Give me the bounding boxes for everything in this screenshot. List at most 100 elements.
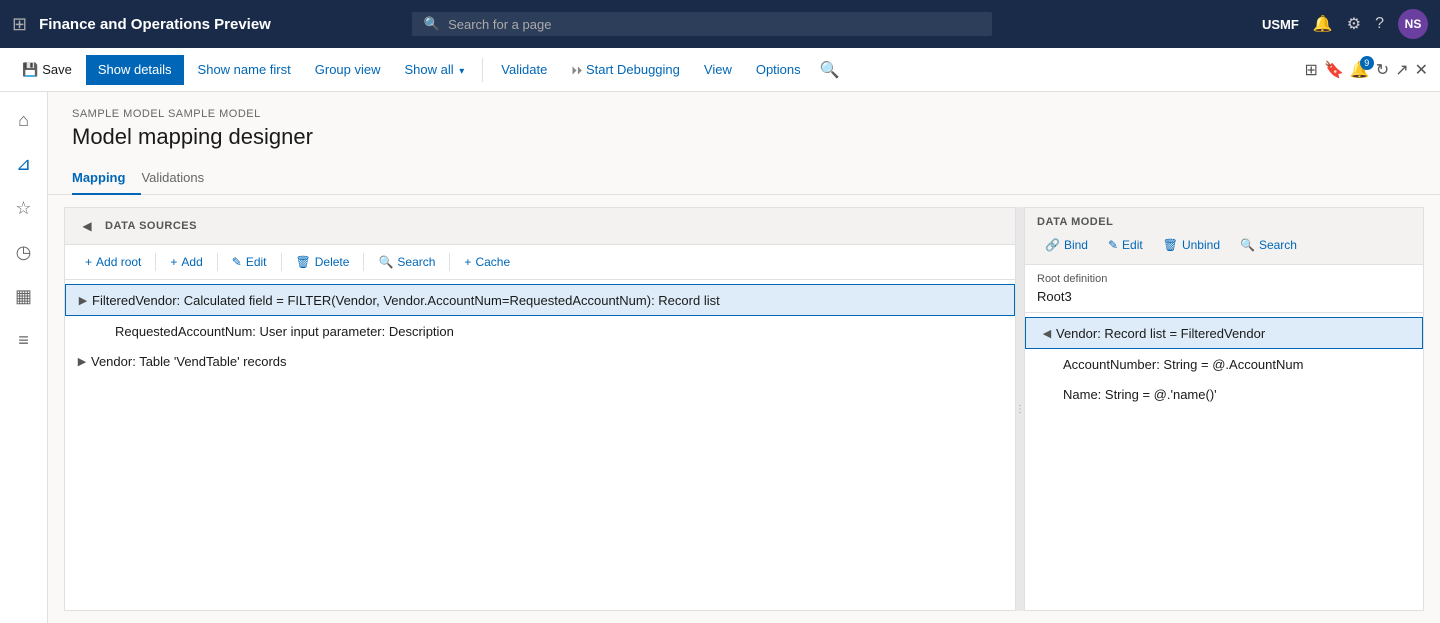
bell-icon[interactable]: 🔔 (1313, 14, 1333, 34)
show-details-button[interactable]: Show details (86, 55, 184, 85)
sidebar-item-recent[interactable]: ◷ (4, 232, 44, 272)
sidebar-item-home[interactable]: ⌂ (4, 100, 44, 140)
page-title: Model mapping designer (72, 124, 1416, 150)
ds-collapse-button[interactable]: ◀ (77, 216, 97, 236)
sidebar-item-favorites[interactable]: ☆ (4, 188, 44, 228)
tree-expand-filtered-vendor[interactable]: ▶ (74, 291, 92, 309)
toolbar-separator-1 (155, 253, 156, 271)
delete-icon: 🗑 (296, 255, 311, 269)
external-link-icon[interactable]: ↗ (1395, 60, 1408, 80)
sidebar-item-grid[interactable]: ▦ (4, 276, 44, 316)
options-button[interactable]: Options (746, 55, 811, 85)
save-icon: 💾 (22, 62, 38, 78)
dm-expand-vendor[interactable]: ◀ (1038, 324, 1056, 342)
sidebar-item-filter[interactable]: ⊿ (4, 144, 44, 184)
ds-panel-title: DATA SOURCES (105, 220, 197, 232)
topbar-right: USMF 🔔 ⚙ ? NS (1262, 9, 1428, 39)
tree-text-vendor: Vendor: Table 'VendTable' records (91, 354, 287, 369)
ds-panel-header: ◀ DATA SOURCES (65, 208, 1015, 245)
dm-edit-button[interactable]: ✎ Edit (1100, 234, 1151, 256)
delete-button[interactable]: 🗑 Delete (288, 251, 358, 273)
topbar: ⊞ Finance and Operations Preview 🔍 Searc… (0, 0, 1440, 48)
tabs: Mapping Validations (48, 162, 1440, 195)
cache-button[interactable]: + Cache (456, 251, 518, 273)
dm-panel-header: DATA MODEL 🔗 Bind ✎ Edit 🗑 Unbind (1025, 208, 1423, 265)
data-model-panel: DATA MODEL 🔗 Bind ✎ Edit 🗑 Unbind (1024, 207, 1424, 611)
dm-edit-icon: ✎ (1108, 238, 1118, 252)
ds-tree: ▶ FilteredVendor: Calculated field = FIL… (65, 280, 1015, 610)
dm-toolbar: 🔗 Bind ✎ Edit 🗑 Unbind 🔍 (1037, 234, 1411, 256)
global-search[interactable]: 🔍 Search for a page (412, 12, 992, 36)
refresh-icon[interactable]: ↻ (1376, 60, 1389, 80)
gear-icon[interactable]: ⚙ (1347, 14, 1361, 34)
tree-item-filtered-vendor[interactable]: ▶ FilteredVendor: Calculated field = FIL… (65, 284, 1015, 316)
sidebar: ⌂ ⊿ ☆ ◷ ▦ ≡ (0, 92, 48, 623)
tree-expand-vendor[interactable]: ▶ (73, 352, 91, 370)
notification-icon[interactable]: 🔔 9 (1350, 60, 1370, 80)
tab-validations[interactable]: Validations (141, 162, 220, 195)
designer-area: ◀ DATA SOURCES + Add root + Add ✎ (64, 207, 1424, 611)
unbind-button[interactable]: 🗑 Unbind (1155, 234, 1228, 256)
start-debugging-button[interactable]: ⏵⏵ Start Debugging (561, 55, 690, 85)
tree-item-vendor[interactable]: ▶ Vendor: Table 'VendTable' records (65, 346, 1015, 376)
page-header: SAMPLE MODEL SAMPLE MODEL Model mapping … (48, 92, 1440, 162)
bind-button[interactable]: 🔗 Bind (1037, 234, 1096, 256)
dm-expand-name (1045, 385, 1063, 403)
dm-root-section: Root definition Root3 (1025, 265, 1423, 313)
search-icon: 🔍 (424, 16, 440, 32)
environment-label: USMF (1262, 17, 1299, 32)
close-icon[interactable]: ✕ (1415, 60, 1428, 80)
cmdbar-search-icon[interactable]: 🔍 (815, 55, 845, 85)
view-button[interactable]: View (694, 55, 742, 85)
main-layout: ⌂ ⊿ ☆ ◷ ▦ ≡ SAMPLE MODEL SAMPLE MODEL Mo… (0, 92, 1440, 623)
add-root-button[interactable]: + Add root (77, 251, 149, 273)
cmdbar-right-icons: ⊞ 🔖 🔔 9 ↻ ↗ ✕ (1305, 60, 1428, 80)
toolbar-separator-3 (281, 253, 282, 271)
dm-search-button[interactable]: 🔍 Search (1232, 234, 1305, 256)
bookmark-icon[interactable]: 🔖 (1324, 60, 1344, 80)
dm-text-vendor-record: Vendor: Record list = FilteredVendor (1056, 326, 1265, 341)
cache-icon: + (464, 255, 471, 269)
app-title: Finance and Operations Preview (39, 16, 271, 33)
tab-mapping[interactable]: Mapping (72, 162, 141, 195)
grid-icon[interactable]: ⊞ (12, 14, 27, 35)
data-sources-panel: ◀ DATA SOURCES + Add root + Add ✎ (64, 207, 1016, 611)
tree-item-requested-account[interactable]: RequestedAccountNum: User input paramete… (65, 316, 1015, 346)
validate-button[interactable]: Validate (491, 55, 557, 85)
add-icon: + (170, 255, 177, 269)
sidebar-item-list[interactable]: ≡ (4, 320, 44, 360)
group-view-button[interactable]: Group view (305, 55, 391, 85)
search-icon: 🔍 (378, 255, 393, 269)
dm-tree-item-name[interactable]: Name: String = @.'name()' (1025, 379, 1423, 409)
edit-icon: ✎ (232, 255, 242, 269)
show-name-button[interactable]: Show name first (188, 55, 301, 85)
dm-panel-title: DATA MODEL (1037, 216, 1411, 228)
ds-toolbar: + Add root + Add ✎ Edit 🗑 (65, 245, 1015, 280)
avatar[interactable]: NS (1398, 9, 1428, 39)
toolbar-separator-4 (363, 253, 364, 271)
search-placeholder: Search for a page (448, 17, 551, 32)
dm-tree-item-account-number[interactable]: AccountNumber: String = @.AccountNum (1025, 349, 1423, 379)
resize-handle[interactable]: ⋮ (1016, 207, 1024, 611)
separator (482, 58, 483, 82)
root-definition-value: Root3 (1037, 289, 1411, 304)
save-button[interactable]: 💾 Save (12, 58, 82, 82)
search-button[interactable]: 🔍 Search (370, 251, 443, 273)
layout-icon[interactable]: ⊞ (1305, 60, 1318, 80)
content-area: SAMPLE MODEL SAMPLE MODEL Model mapping … (48, 92, 1440, 623)
add-button[interactable]: + Add (162, 251, 210, 273)
show-all-button[interactable]: Show all ▾ (395, 55, 475, 85)
dm-tree-item-vendor-record[interactable]: ◀ Vendor: Record list = FilteredVendor (1025, 317, 1423, 349)
notification-badge: 9 (1360, 56, 1374, 70)
dm-text-name: Name: String = @.'name()' (1063, 387, 1217, 402)
dm-tree: ◀ Vendor: Record list = FilteredVendor A… (1025, 313, 1423, 610)
bind-icon: 🔗 (1045, 238, 1060, 252)
root-definition-label: Root definition (1037, 273, 1411, 285)
breadcrumb: SAMPLE MODEL SAMPLE MODEL (72, 108, 1416, 120)
dm-expand-account (1045, 355, 1063, 373)
help-icon[interactable]: ? (1375, 15, 1384, 33)
edit-button[interactable]: ✎ Edit (224, 251, 275, 273)
toolbar-separator-5 (449, 253, 450, 271)
unbind-icon: 🗑 (1163, 238, 1178, 252)
chevron-down-icon: ▾ (459, 66, 464, 77)
